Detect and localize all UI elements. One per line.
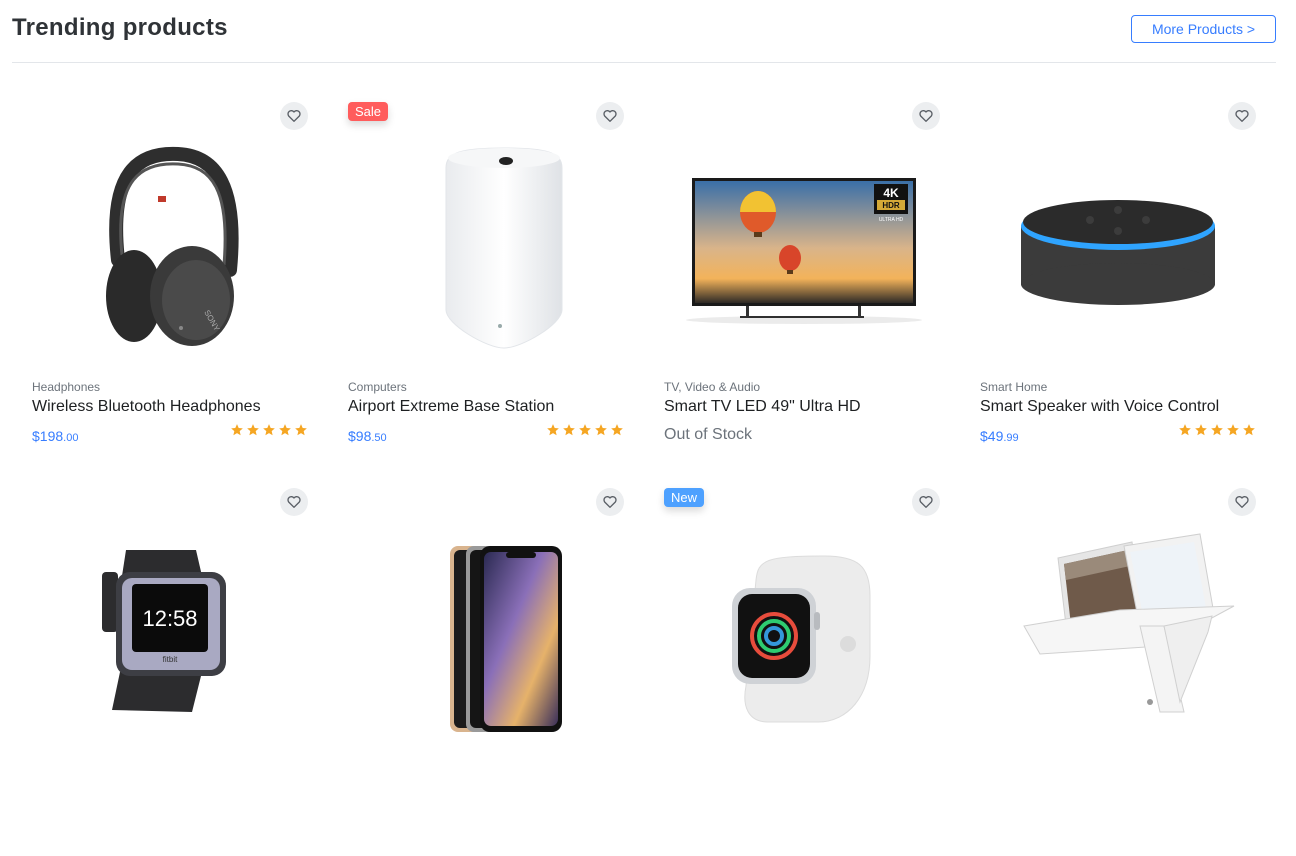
star-icon	[279, 424, 291, 436]
product-image[interactable]	[964, 476, 1264, 746]
star-icon	[563, 424, 575, 436]
product-card[interactable]: Sale Computers Airport Extreme Base Stat…	[332, 90, 632, 470]
price-main: $98	[348, 428, 372, 444]
product-category[interactable]: Computers	[348, 380, 407, 394]
wishlist-button[interactable]	[596, 488, 624, 516]
tv-image: 4K HDR ULTRA HD	[686, 178, 922, 324]
product-image[interactable]	[648, 476, 948, 746]
rating-stars	[546, 423, 624, 437]
wishlist-button[interactable]	[280, 102, 308, 130]
price-cents: .99	[1003, 432, 1019, 444]
product-name[interactable]: Smart TV LED 49" Ultra HD	[664, 398, 861, 416]
product-name[interactable]: Airport Extreme Base Station	[348, 398, 554, 416]
product-image[interactable]	[332, 476, 632, 746]
tv-logo-top: 4K	[883, 186, 899, 200]
heart-icon	[1235, 110, 1249, 122]
heart-icon	[919, 110, 933, 122]
star-icon	[1227, 424, 1239, 436]
product-image[interactable]	[964, 90, 1264, 360]
star-icon	[547, 424, 559, 436]
star-icon	[579, 424, 591, 436]
star-icon	[611, 424, 623, 436]
price-main: $49	[980, 428, 1004, 444]
watch-brand: fitbit	[163, 655, 178, 664]
wishlist-button[interactable]	[1228, 102, 1256, 130]
star-icon	[295, 424, 307, 436]
star-icon	[1179, 424, 1191, 436]
rating-stars	[1178, 423, 1256, 437]
more-products-button[interactable]: More Products >	[1131, 15, 1276, 43]
product-image[interactable]: SONY	[16, 90, 316, 360]
product-category[interactable]: Smart Home	[980, 380, 1047, 394]
heart-icon	[603, 496, 617, 508]
section-header: Trending products More Products >	[12, 0, 1276, 63]
heart-icon	[1235, 496, 1249, 508]
tv-logo-sub: ULTRA HD	[879, 217, 904, 223]
tv-logo-bottom: HDR	[882, 201, 900, 210]
router-image	[445, 147, 563, 349]
laptop-image	[1023, 533, 1235, 713]
headphones-image: SONY	[106, 146, 239, 346]
heart-icon	[287, 496, 301, 508]
price-cents: .50	[371, 432, 387, 444]
watch-time: 12:58	[142, 606, 197, 631]
product-price: $198.00	[32, 428, 78, 444]
product-name[interactable]: Wireless Bluetooth Headphones	[32, 398, 261, 416]
star-icon	[263, 424, 275, 436]
heart-icon	[603, 110, 617, 122]
product-name[interactable]: Smart Speaker with Voice Control	[980, 398, 1219, 416]
product-card[interactable]: Smart Home Smart Speaker with Voice Cont…	[964, 90, 1264, 470]
product-card[interactable]	[964, 476, 1264, 856]
stock-status: Out of Stock	[664, 426, 753, 443]
product-price: $98.50	[348, 428, 387, 444]
product-category[interactable]: TV, Video & Audio	[664, 380, 760, 394]
heart-icon	[919, 496, 933, 508]
sale-badge: Sale	[348, 102, 389, 121]
star-icon	[1243, 424, 1255, 436]
wishlist-button[interactable]	[280, 488, 308, 516]
heart-icon	[287, 110, 301, 122]
section-title: Trending products	[12, 14, 228, 41]
product-image[interactable]: 4K HDR ULTRA HD	[648, 90, 948, 360]
price-cents: .00	[63, 432, 79, 444]
product-category[interactable]: Headphones	[32, 380, 100, 394]
product-card[interactable]: New	[648, 476, 948, 856]
apple-watch-image	[732, 555, 871, 723]
product-card[interactable]: 12:58 fitbit	[16, 476, 316, 856]
price-main: $198	[32, 428, 64, 444]
phone-image	[450, 546, 562, 732]
fitbit-image: 12:58 fitbit	[102, 550, 226, 712]
star-icon	[1211, 424, 1223, 436]
product-card[interactable]: 4K HDR ULTRA HD TV, Video & Audio Smart …	[648, 90, 948, 470]
star-icon	[247, 424, 259, 436]
star-icon	[231, 424, 243, 436]
new-badge: New	[664, 488, 705, 507]
rating-stars	[230, 423, 308, 437]
product-image[interactable]: 12:58 fitbit	[16, 476, 316, 746]
wishlist-button[interactable]	[596, 102, 624, 130]
product-card[interactable]: SONY Headphones Wireless Bluetooth Headp…	[16, 90, 316, 470]
speaker-image	[1021, 200, 1215, 305]
wishlist-button[interactable]	[912, 488, 940, 516]
wishlist-button[interactable]	[1228, 488, 1256, 516]
product-card[interactable]	[332, 476, 632, 856]
star-icon	[1195, 424, 1207, 436]
wishlist-button[interactable]	[912, 102, 940, 130]
product-price: $49.99	[980, 428, 1019, 444]
product-image[interactable]	[332, 90, 632, 360]
star-icon	[595, 424, 607, 436]
